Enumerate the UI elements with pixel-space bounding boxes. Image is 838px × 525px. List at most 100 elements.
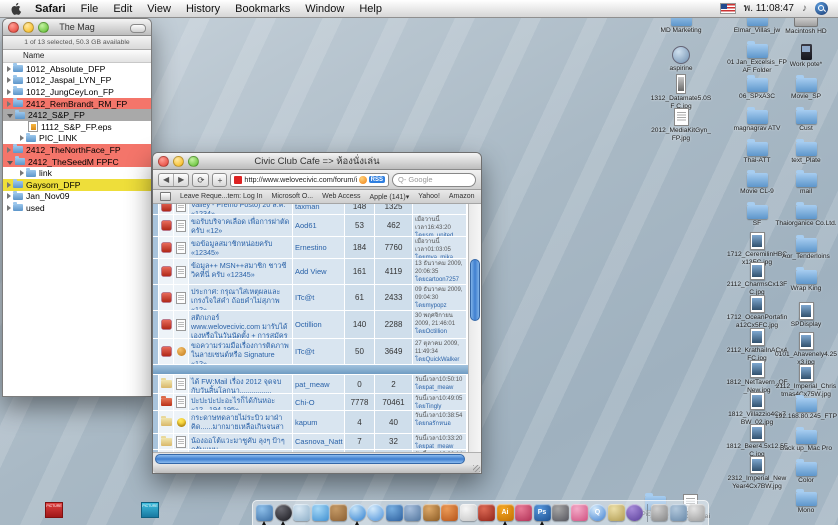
menu-item-bookmarks[interactable]: Bookmarks	[235, 3, 290, 15]
dock-petals-icon[interactable]	[571, 504, 588, 521]
forward-icon[interactable]: ▶	[173, 174, 188, 186]
lastpost-author-link[interactable]: โดยQuickWalker	[415, 357, 464, 364]
finder-row[interactable]: link	[3, 167, 151, 179]
menu-clock[interactable]: พ. 11:08:47	[744, 1, 794, 16]
menu-item-view[interactable]: View	[147, 3, 171, 15]
desktop-icon-back-up-mac-pro[interactable]: Back up_Mac Pro	[774, 430, 838, 453]
menu-item-edit[interactable]: Edit	[113, 3, 132, 15]
forum-topic-row[interactable]: ขอข้อมูลสมาชิกหน่อยครับ «12345»Ernestino…	[153, 237, 468, 259]
lastpost-author-link[interactable]: โดยmasaru	[415, 204, 464, 208]
forum-topic-row[interactable]: ขอรับบริจาคเลือด เพื่อการผ่าตัดครับ «12»…	[153, 215, 468, 237]
desktop-icon-2012-mediakitgyn-fp-jpg[interactable]: 2012_MediaKitGyn_FP.jpg	[649, 108, 713, 142]
desktop-icon-text-plate[interactable]: text_Plate	[774, 142, 838, 165]
desktop-icon-192-168-80-245-ftp[interactable]: 192.168.80.245_FTP	[774, 398, 838, 421]
topic-author-link[interactable]: taxman	[293, 204, 345, 214]
forum-topic-row[interactable]: ข้อมูล++ MSN++สมาชิก ชาวซีวิคที่นี่ ครับ…	[153, 259, 468, 285]
input-language-flag-icon[interactable]	[720, 3, 736, 14]
dock-imovie-icon[interactable]	[386, 504, 403, 521]
topic-author-link[interactable]: Casnova_Natt	[293, 434, 345, 449]
dock-indesign-icon[interactable]	[515, 504, 532, 521]
disclosure-triangle[interactable]	[7, 77, 11, 83]
finder-name-column-header[interactable]: Name	[3, 50, 151, 63]
lastpost-author-link[interactable]: โดยTingly	[415, 404, 464, 410]
dock-finder-icon[interactable]	[256, 504, 273, 521]
topic-subject-link[interactable]: ขอข้อมูลสมาชิกหน่อยครับ «12345»	[189, 237, 293, 258]
desktop-icon-thaiorganice-co-ltd[interactable]: Thaiorganice Co.Ltd.	[774, 205, 838, 228]
disclosure-triangle[interactable]	[20, 170, 24, 176]
volume-icon[interactable]: ♪	[802, 3, 807, 14]
topic-subject-link[interactable]: สติกเกอร์ www.welovecivic.com มารับได้เอ…	[189, 311, 293, 338]
dock-address-book-icon[interactable]	[330, 504, 347, 521]
topic-author-link[interactable]: kapum	[293, 411, 345, 433]
dock-dashboard-icon[interactable]	[275, 504, 292, 521]
bookmark-item[interactable]: Yahoo!	[418, 193, 440, 200]
lastpost-author-link[interactable]: โดยnaรักหนอ	[415, 421, 464, 429]
finder-row[interactable]: 1112_S&P_FP.eps	[3, 121, 151, 133]
back-icon[interactable]: ◀	[159, 174, 173, 186]
finder-titlebar[interactable]: The Mag	[3, 19, 151, 36]
menu-item-history[interactable]: History	[186, 3, 220, 15]
forum-topic-row[interactable]: ประกาศ: กรุณาใส่เหตุผลและเกรงใจใส่คำ ถ้อ…	[153, 285, 468, 311]
finder-row[interactable]: 2412_TheNorthFace_FP	[3, 144, 151, 156]
dock-dvd-player-icon[interactable]	[626, 504, 643, 521]
lastpost-author-link[interactable]: โดยmypopz	[415, 303, 464, 310]
vertical-scrollbar[interactable]	[468, 204, 481, 452]
lastpost-author-link[interactable]: โดยpat_meaw	[415, 444, 464, 449]
disclosure-triangle[interactable]	[7, 147, 11, 153]
topic-subject-link[interactable]: ประกาศ: กรุณาใส่เหตุผลและเกรงใจใส่คำ ถ้อ…	[189, 285, 293, 310]
rss-badge[interactable]: RSS	[369, 176, 385, 183]
desktop-icon-color[interactable]: Color	[774, 462, 838, 485]
finder-row[interactable]: 2412_S&P_FP	[3, 109, 151, 121]
apple-menu-icon[interactable]	[10, 2, 23, 15]
topic-author-link[interactable]: ITc@t	[293, 285, 345, 310]
dock-system-prefs-icon[interactable]	[651, 504, 668, 521]
desktop-icon-1312-datamate5-0sf-c-jpg[interactable]: 1312_Datamate5.0SF C.jpg	[649, 74, 713, 110]
forum-topic-row[interactable]: น้องออโต้แวะมาชูคับ ลุงๆ ป้าๆ ครับแบบ...…	[153, 434, 468, 450]
disclosure-triangle[interactable]	[7, 205, 11, 211]
finder-row[interactable]: 2412_TheSeedM FPFC	[3, 156, 151, 168]
dock-preview-icon[interactable]	[293, 504, 310, 521]
desktop-icon-aor-tenderloins[interactable]: Aor_Tenderloins	[774, 238, 838, 261]
dock-documents-icon[interactable]	[670, 504, 687, 521]
topic-subject-link[interactable]: ขอรับบริจาคเลือด เพื่อการผ่าตัดครับ «12»	[189, 215, 293, 236]
bookmark-item[interactable]: Apple (141)▾	[370, 193, 410, 201]
dock-photoshop-icon[interactable]: Ps	[534, 504, 551, 521]
dock-garageband-icon[interactable]	[423, 504, 440, 521]
finder-row[interactable]: PIC_LINK	[3, 133, 151, 145]
finder-row[interactable]: Jan_Nov09	[3, 191, 151, 203]
dock-itunes-icon[interactable]	[367, 504, 384, 521]
disclosure-triangle[interactable]	[7, 114, 13, 118]
menu-item-help[interactable]: Help	[359, 3, 382, 15]
desktop-icon-2112-imperial-christmas4cx75w-jpg[interactable]: 2112_Imperial_Christmas4Cx75W.jpg	[774, 364, 838, 398]
address-bar[interactable]: http://www.welovecivic.com/forum/index.p…	[230, 173, 389, 187]
disclosure-triangle[interactable]	[7, 89, 11, 95]
desktop-icon-0101-ahavenely4-25x3-jpg[interactable]: 0101_Ahavenely4.25x3.jpg	[774, 332, 838, 366]
forum-topic-row[interactable]: Valley - Premo Posto) 20 ส.ค. «1234»taxm…	[153, 204, 468, 215]
finder-row[interactable]: 1012_Absolute_DFP	[3, 63, 151, 75]
horizontal-scroll-thumb[interactable]	[155, 454, 465, 464]
forum-topic-row[interactable]: ขอความร่วมมือเรื่องการติดภาพในลายเซนต์หร…	[153, 339, 468, 365]
lastpost-author-link[interactable]: โดยOctillion	[415, 329, 464, 337]
close-button[interactable]	[158, 156, 169, 167]
bookmark-item[interactable]: Amazon	[449, 193, 475, 200]
zoom-button[interactable]	[188, 156, 199, 167]
topic-subject-link[interactable]: ปะปะปะปะอะไรก็ได้กันหอะ «12...194 195»	[189, 394, 293, 410]
lastpost-author-link[interactable]: โดยsm_united	[415, 233, 464, 236]
dock-quicktime-icon[interactable]: Q	[589, 504, 606, 521]
disclosure-triangle[interactable]	[20, 135, 24, 141]
topic-author-link[interactable]: Ernestino	[293, 237, 345, 258]
disclosure-triangle[interactable]	[7, 66, 11, 72]
finder-row[interactable]: used	[3, 202, 151, 214]
url-text[interactable]: http://www.welovecivic.com/forum/index.p…	[244, 175, 356, 184]
bookmark-item[interactable]: Leave Reque...tem: Log In	[180, 193, 263, 200]
add-bookmark-button[interactable]: +	[212, 173, 227, 187]
close-button[interactable]	[8, 22, 19, 33]
desktop-icon-aspirine[interactable]: aspirine	[649, 46, 713, 73]
bookmark-item[interactable]: Web Access	[322, 193, 360, 200]
topic-author-link[interactable]: Chi-O	[293, 394, 345, 410]
vertical-scroll-thumb[interactable]	[470, 259, 480, 321]
menu-item-window[interactable]: Window	[305, 3, 344, 15]
topic-author-link[interactable]: ITc@t	[293, 339, 345, 364]
disclosure-triangle[interactable]	[7, 182, 11, 188]
topic-author-link[interactable]: Add View	[293, 259, 345, 284]
